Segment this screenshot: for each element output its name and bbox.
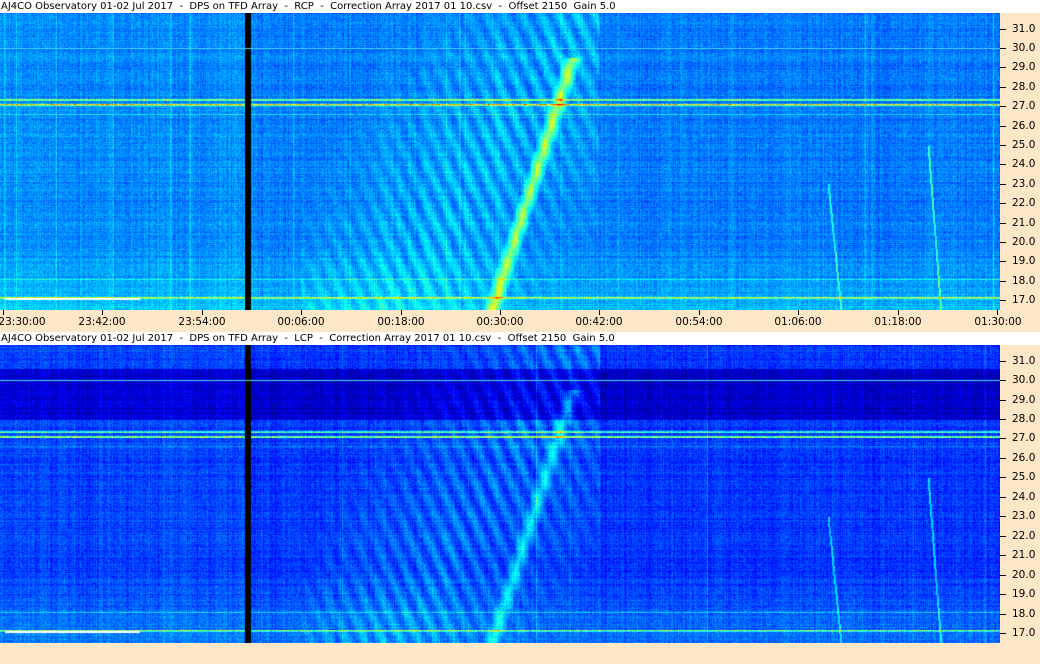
y-tick-label: 23.0: [1012, 510, 1036, 522]
y-tick-label: 25.0: [1012, 471, 1036, 483]
x-tick: [301, 310, 302, 315]
x-tick-label: 23:54:00: [178, 316, 226, 328]
x-tick-label: 23:42:00: [78, 316, 126, 328]
y-tick-label: 30.0: [1012, 42, 1036, 54]
x-tick-label: 00:54:00: [675, 316, 723, 328]
x-tick: [500, 310, 501, 315]
x-tick: [699, 310, 700, 315]
y-tick-label: 24.0: [1012, 158, 1036, 170]
x-tick: [898, 310, 899, 315]
x-tick-label: 01:30:00: [974, 316, 1022, 328]
x-tick-label: 00:18:00: [377, 316, 425, 328]
x-tick-label: 23:30:00: [0, 316, 46, 328]
y-tick: [1000, 145, 1006, 146]
x-tick: [997, 310, 998, 315]
y-tick-label: 29.0: [1012, 61, 1036, 73]
y-tick-label: 28.0: [1012, 81, 1036, 93]
y-tick-label: 27.0: [1012, 432, 1036, 444]
y-tick-label: 20.0: [1012, 236, 1036, 248]
y-tick: [1000, 87, 1006, 88]
y-tick: [1000, 438, 1006, 439]
y-tick: [1000, 419, 1006, 420]
y-tick: [1000, 633, 1006, 634]
x-axis-lcp: [0, 643, 1040, 664]
spectrogram-rcp: [0, 13, 1000, 310]
y-tick: [1000, 281, 1006, 282]
y-tick-label: 19.0: [1012, 255, 1036, 267]
y-tick-label: 18.0: [1012, 608, 1036, 620]
y-tick-label: 28.0: [1012, 413, 1036, 425]
y-tick-label: 31.0: [1012, 355, 1036, 367]
y-tick-label: 27.0: [1012, 100, 1036, 112]
y-tick: [1000, 300, 1006, 301]
y-tick: [1000, 203, 1006, 204]
y-tick: [1000, 536, 1006, 537]
spectrogram-lcp: [0, 345, 1000, 643]
y-tick-label: 21.0: [1012, 549, 1036, 561]
y-tick-label: 19.0: [1012, 588, 1036, 600]
y-tick-label: 26.0: [1012, 120, 1036, 132]
x-tick: [798, 310, 799, 315]
spectrogram-canvas-rcp: [0, 13, 1000, 310]
y-tick: [1000, 497, 1006, 498]
y-tick-label: 24.0: [1012, 491, 1036, 503]
x-tick: [599, 310, 600, 315]
y-tick: [1000, 126, 1006, 127]
x-tick: [3, 310, 4, 315]
x-tick: [102, 310, 103, 315]
x-tick: [202, 310, 203, 315]
y-tick-label: 25.0: [1012, 139, 1036, 151]
y-tick: [1000, 400, 1006, 401]
y-tick: [1000, 242, 1006, 243]
x-tick-label: 00:42:00: [575, 316, 623, 328]
panel-title-lcp: AJ4CO Observatory 01-02 Jul 2017 - DPS o…: [0, 332, 1040, 345]
y-tick: [1000, 575, 1006, 576]
y-tick-label: 22.0: [1012, 197, 1036, 209]
spectrogram-canvas-lcp: [0, 345, 1000, 643]
y-tick: [1000, 458, 1006, 459]
y-tick-label: 26.0: [1012, 452, 1036, 464]
y-tick: [1000, 106, 1006, 107]
y-tick-label: 20.0: [1012, 569, 1036, 581]
y-tick: [1000, 29, 1006, 30]
x-tick-label: 01:06:00: [774, 316, 822, 328]
panel-title-rcp: AJ4CO Observatory 01-02 Jul 2017 - DPS o…: [0, 0, 1040, 13]
y-tick-label: 17.0: [1012, 294, 1036, 306]
y-tick-label: 23.0: [1012, 178, 1036, 190]
y-tick-label: 17.0: [1012, 627, 1036, 639]
y-tick: [1000, 555, 1006, 556]
y-tick: [1000, 614, 1006, 615]
y-tick: [1000, 164, 1006, 165]
y-tick: [1000, 594, 1006, 595]
y-tick: [1000, 380, 1006, 381]
y-tick: [1000, 477, 1006, 478]
y-tick: [1000, 67, 1006, 68]
y-tick: [1000, 184, 1006, 185]
y-tick: [1000, 48, 1006, 49]
x-tick-label: 00:06:00: [277, 316, 325, 328]
y-tick: [1000, 361, 1006, 362]
y-tick: [1000, 516, 1006, 517]
y-tick: [1000, 261, 1006, 262]
y-tick-label: 31.0: [1012, 23, 1036, 35]
y-tick-label: 21.0: [1012, 217, 1036, 229]
x-tick: [401, 310, 402, 315]
y-tick-label: 22.0: [1012, 530, 1036, 542]
x-tick-label: 00:30:00: [476, 316, 524, 328]
y-tick-label: 30.0: [1012, 374, 1036, 386]
y-tick-label: 18.0: [1012, 275, 1036, 287]
y-tick-label: 29.0: [1012, 394, 1036, 406]
y-tick: [1000, 223, 1006, 224]
x-tick-label: 01:18:00: [874, 316, 922, 328]
